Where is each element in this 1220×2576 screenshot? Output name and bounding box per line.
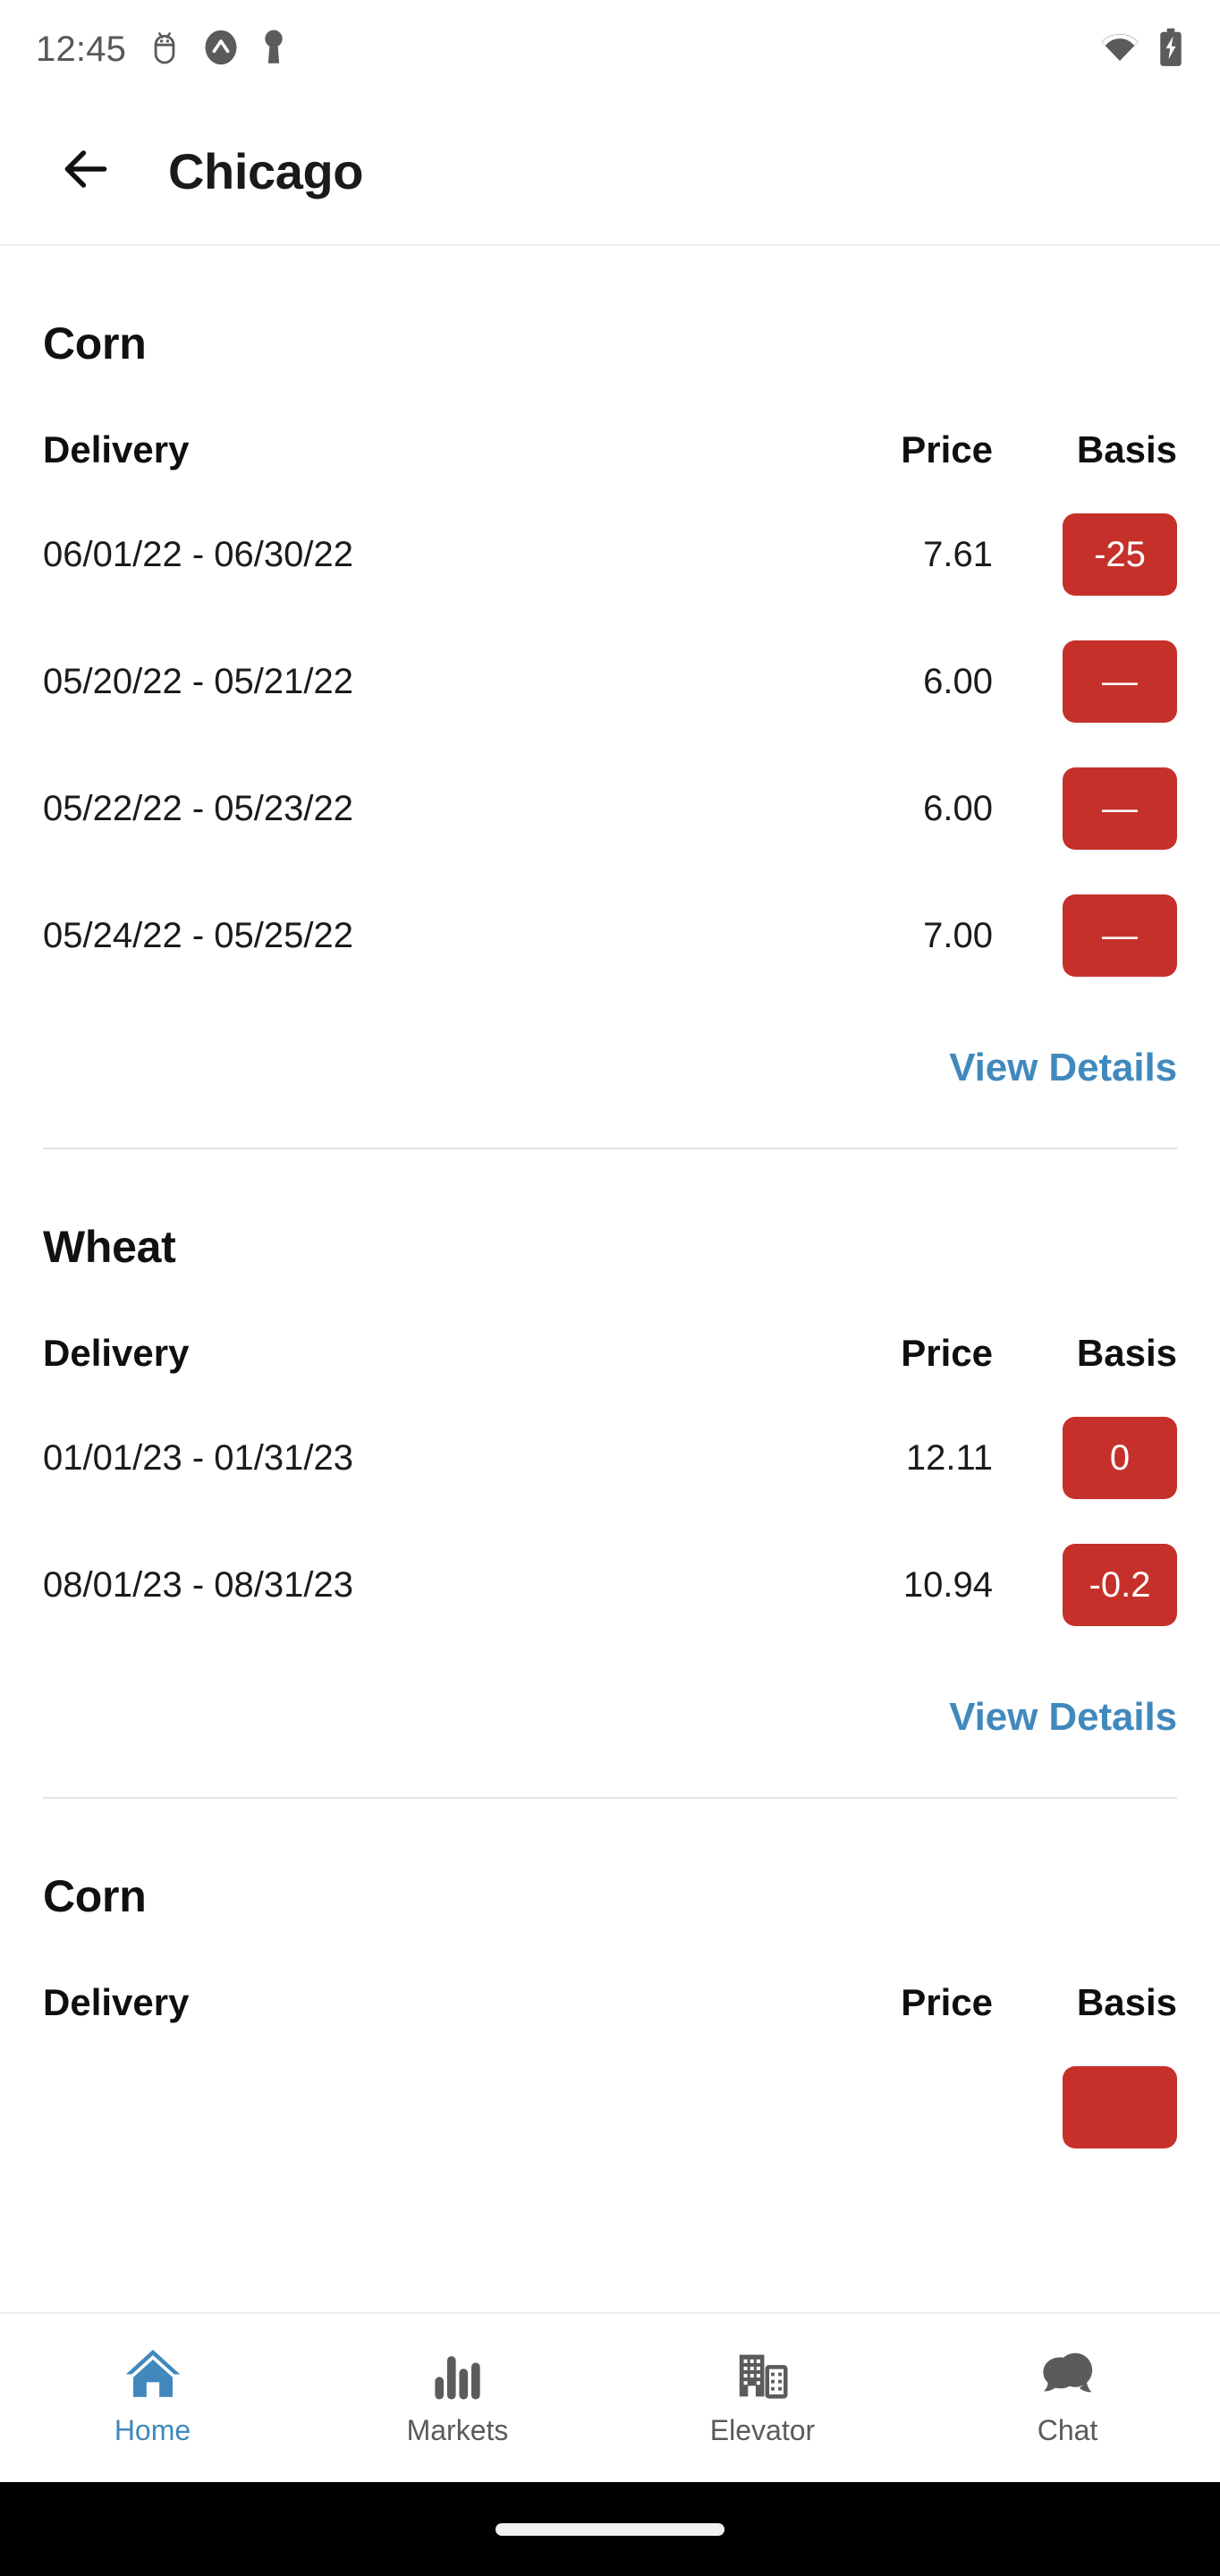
commodity-section-wheat: Wheat Delivery Price Basis 01/01/23 - 01… (0, 1149, 1220, 1797)
status-badge: — (1063, 767, 1177, 850)
column-header-delivery: Delivery (43, 428, 190, 470)
cell-delivery: 08/01/23 - 08/31/23 (43, 1564, 353, 1605)
status-badge (1063, 2066, 1177, 2148)
view-details-link[interactable]: View Details (949, 1046, 1177, 1090)
table-row[interactable]: 05/22/22 - 05/23/22 6.00 — (43, 745, 1177, 872)
status-bar: 12:45 (0, 0, 1220, 98)
price-table: Delivery Price Basis 01/01/23 - 01/31/23… (43, 1332, 1177, 1648)
gesture-pill[interactable] (496, 2522, 724, 2536)
commodity-list-scroll[interactable]: Corn Delivery Price Basis 06/01/22 - 06/… (0, 246, 1220, 2406)
cell-price: 12.11 (905, 1437, 993, 1478)
bar-chart-icon (432, 2343, 484, 2402)
table-header-row: Delivery Price Basis (43, 1981, 1177, 2024)
nav-label-markets: Markets (406, 2413, 509, 2446)
cell-delivery: 05/24/22 - 05/25/22 (43, 915, 353, 955)
battery-charging-icon (1157, 28, 1184, 72)
cell-basis: — (1007, 894, 1177, 977)
commodity-title: Corn (43, 318, 147, 369)
view-details-row: View Details (43, 999, 1177, 1148)
cell-price: 6.00 (923, 661, 993, 701)
cell-price: 7.61 (923, 534, 993, 574)
commodity-title: Wheat (43, 1222, 176, 1272)
view-details-row: View Details (43, 1648, 1177, 1797)
cell-delivery: 06/01/22 - 06/30/22 (43, 534, 353, 574)
table-header-row: Delivery Price Basis (43, 1332, 1177, 1375)
column-header-delivery: Delivery (43, 1981, 190, 2023)
price-table: Delivery Price Basis (43, 1981, 1177, 2171)
cell-basis: 0 (1007, 1417, 1177, 1499)
nav-item-chat[interactable]: Chat (915, 2314, 1220, 2482)
commodity-section-corn-2: Corn Delivery Price Basis (0, 1799, 1220, 2171)
commodity-title: Corn (43, 1871, 147, 1921)
status-badge: 0 (1063, 1417, 1177, 1499)
status-bar-right (1100, 28, 1184, 72)
table-header-row: Delivery Price Basis (43, 428, 1177, 471)
cell-delivery: 05/22/22 - 05/23/22 (43, 788, 353, 828)
status-badge: -25 (1063, 513, 1177, 596)
buildings-icon (735, 2343, 791, 2402)
cell-basis: -25 (1007, 513, 1177, 596)
view-details-link[interactable]: View Details (949, 1695, 1177, 1740)
column-header-price: Price (901, 1981, 993, 2023)
cell-basis (1007, 2066, 1177, 2148)
column-header-delivery: Delivery (43, 1332, 190, 1374)
column-header-basis: Basis (1076, 1332, 1177, 1374)
cell-price: 10.94 (902, 1564, 993, 1605)
commodity-section-corn-1: Corn Delivery Price Basis 06/01/22 - 06/… (0, 246, 1220, 1148)
app-bar: Chicago (0, 98, 1220, 246)
table-row[interactable]: 08/01/23 - 08/31/23 10.94 -0.2 (43, 1521, 1177, 1648)
cell-basis: — (1007, 767, 1177, 850)
status-clock: 12:45 (36, 30, 127, 69)
column-header-basis: Basis (1076, 428, 1177, 470)
status-bar-left: 12:45 (36, 29, 285, 71)
page-title: Chicago (168, 143, 364, 199)
bottom-navigation: Home Markets Elevator Chat (0, 2312, 1220, 2482)
table-row[interactable]: 06/01/22 - 06/30/22 7.61 -25 (43, 491, 1177, 618)
status-badge: — (1063, 640, 1177, 723)
nav-item-elevator[interactable]: Elevator (610, 2314, 915, 2482)
table-row[interactable]: 05/24/22 - 05/25/22 7.00 — (43, 872, 1177, 999)
cell-price: 6.00 (923, 788, 993, 828)
table-row[interactable]: 01/01/23 - 01/31/23 12.11 0 (43, 1394, 1177, 1521)
status-badge: — (1063, 894, 1177, 977)
nav-label-chat: Chat (1037, 2413, 1098, 2446)
cell-basis: — (1007, 640, 1177, 723)
cell-delivery: 01/01/23 - 01/31/23 (43, 1437, 353, 1478)
nav-item-markets[interactable]: Markets (305, 2314, 610, 2482)
price-table: Delivery Price Basis 06/01/22 - 06/30/22… (43, 428, 1177, 999)
circle-caret-up-icon (203, 30, 239, 70)
home-icon (123, 2343, 182, 2402)
cell-basis: -0.2 (1007, 1544, 1177, 1626)
status-badge: -0.2 (1063, 1544, 1177, 1626)
column-header-price: Price (901, 428, 993, 470)
key-icon (262, 29, 285, 71)
column-header-price: Price (901, 1332, 993, 1374)
system-gesture-bar (0, 2482, 1220, 2576)
wifi-icon (1100, 30, 1140, 69)
android-bug-icon (149, 30, 180, 70)
nav-label-elevator: Elevator (709, 2413, 816, 2446)
column-header-basis: Basis (1076, 1981, 1177, 2023)
cell-delivery: 05/20/22 - 05/21/22 (43, 661, 353, 701)
back-button[interactable] (43, 129, 129, 215)
nav-label-home: Home (114, 2413, 191, 2446)
arrow-left-icon (58, 141, 114, 201)
cell-price: 7.00 (923, 915, 993, 955)
table-row[interactable] (43, 2044, 1177, 2171)
nav-item-home[interactable]: Home (0, 2314, 305, 2482)
table-row[interactable]: 05/20/22 - 05/21/22 6.00 — (43, 618, 1177, 745)
chat-bubbles-icon (1040, 2343, 1096, 2402)
